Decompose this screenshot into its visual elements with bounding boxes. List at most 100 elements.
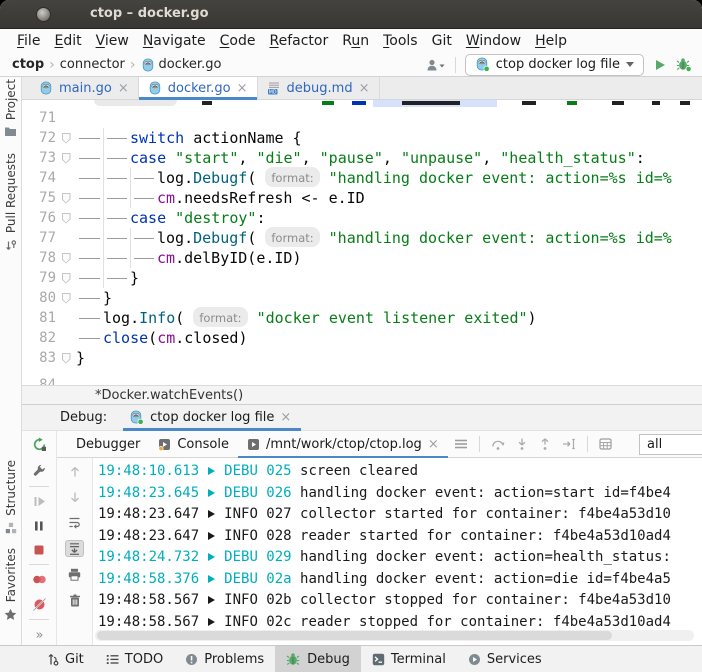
close-icon[interactable]: × [237, 82, 248, 95]
breadcrumb-connector[interactable]: connector [60, 57, 125, 72]
more-actions-button[interactable]: » [36, 628, 43, 643]
stop-button[interactable] [33, 544, 45, 556]
resume-button[interactable] [33, 495, 46, 508]
debug-view-tab-console[interactable]: Console [149, 431, 238, 458]
log-timestamp: 19:48:58.376 [98, 571, 199, 587]
clear-all-button[interactable] [69, 594, 81, 607]
debug-session-tab[interactable]: ctop docker log file × [123, 405, 301, 431]
fold-marker-icon[interactable] [62, 293, 71, 304]
stripe-item-favorites[interactable]: Favorites [4, 548, 18, 621]
tab-label: main.go [59, 81, 112, 96]
run-to-cursor-button[interactable] [562, 438, 576, 450]
debug-tab-list: DebuggerConsole/mnt/work/ctop/ctop.log× [67, 431, 448, 458]
line-number: 83 [22, 348, 56, 368]
menu-code[interactable]: Code [213, 33, 263, 49]
breadcrumb-docker-go[interactable]: docker.go [141, 57, 222, 72]
menu-run[interactable]: Run [335, 33, 376, 49]
close-icon[interactable]: × [118, 82, 129, 95]
close-icon[interactable]: × [359, 82, 370, 95]
stripe-item-project[interactable]: Project [4, 79, 18, 137]
services-icon [468, 653, 481, 666]
menu-window[interactable]: Window [459, 33, 528, 49]
stripe-label: Project [4, 79, 18, 120]
breadcrumb-ctop[interactable]: ctop [12, 57, 44, 72]
console-icon [158, 438, 171, 451]
debug-view-tab-mnt-work-ctop-ctop-log[interactable]: /mnt/work/ctop/ctop.log× [238, 431, 448, 458]
code-line-77: 77log.Debugf( format: "handling docker e… [22, 228, 702, 248]
fold-marker-icon[interactable] [62, 253, 71, 264]
stripe-item-structure[interactable]: Structure [4, 460, 18, 534]
fold-marker-icon[interactable] [62, 133, 71, 144]
pause-button[interactable] [33, 520, 45, 532]
step-over-button[interactable] [491, 438, 505, 450]
log-line: 19:48:58.376DEBU 02a handling docker eve… [98, 569, 702, 591]
debug-run-button[interactable] [676, 57, 692, 72]
statusbar-label: Problems [204, 652, 264, 667]
menu-help[interactable]: Help [528, 33, 574, 49]
window-button[interactable] [36, 7, 51, 22]
menu-view[interactable]: View [89, 33, 136, 49]
rerun-button[interactable] [32, 437, 47, 452]
fold-marker-icon[interactable] [62, 353, 71, 364]
next-occurrence-button[interactable] [69, 491, 81, 503]
statusbar-todo[interactable]: TODO [95, 646, 174, 672]
line-number: 72 [22, 128, 56, 148]
log-filter-select[interactable]: all [639, 434, 702, 455]
menu-navigate[interactable]: Navigate [136, 33, 213, 49]
log-level: DEBU 026 [224, 485, 291, 501]
editor-tab-debug-md[interactable]: MDdebug.md× [258, 77, 380, 99]
statusbar-problems[interactable]: Problems [174, 646, 275, 672]
stripe-item-pull-requests[interactable]: Pull Requests [4, 153, 18, 252]
log-line: 19:48:10.613DEBU 025 screen cleared [98, 461, 702, 483]
code-line-75: 75cm.needsRefresh <- e.ID [22, 188, 702, 208]
line-number: 79 [22, 268, 56, 288]
close-icon[interactable]: × [280, 411, 291, 424]
editor-tab-docker-go[interactable]: docker.go× [139, 77, 258, 99]
run-button[interactable] [653, 58, 667, 72]
code-editor[interactable]: 7172switch actionName {73case "start", "… [22, 100, 702, 385]
fold-gutter [56, 348, 76, 368]
debug-view-tab-debugger[interactable]: Debugger [67, 431, 149, 458]
statusbar-services[interactable]: Services [457, 646, 553, 672]
soft-wrap-button[interactable] [68, 516, 81, 529]
run-config-select[interactable]: ctop docker log file [465, 54, 644, 76]
fold-marker-icon[interactable] [62, 273, 71, 284]
scroll-to-end-button[interactable] [65, 540, 84, 557]
editor-tab-main-go[interactable]: main.go × [30, 77, 139, 99]
menu-edit[interactable]: Edit [47, 33, 88, 49]
settings-wrench-icon[interactable] [32, 464, 46, 478]
parameter-hint: format: [265, 227, 319, 247]
step-out-button[interactable] [539, 438, 551, 450]
prev-occurrence-button[interactable] [69, 466, 81, 478]
close-icon[interactable]: × [428, 438, 439, 451]
statusbar-terminal[interactable]: Terminal [361, 646, 457, 672]
statusbar-git[interactable]: Git [36, 646, 95, 672]
statusbar-debug[interactable]: Debug [275, 646, 361, 672]
log-message: screen cleared [292, 463, 418, 479]
fold-marker-icon[interactable] [62, 193, 71, 204]
star-icon [4, 608, 17, 621]
fold-gutter [56, 375, 76, 385]
print-button[interactable] [68, 568, 81, 581]
log-timestamp: 19:48:10.613 [98, 463, 199, 479]
step-into-button[interactable] [516, 438, 528, 450]
layout-menu-icon[interactable] [454, 438, 468, 450]
log-marker-icon [208, 489, 215, 497]
menu-refactor[interactable]: Refactor [262, 33, 335, 49]
view-breakpoints-button[interactable] [32, 573, 47, 586]
pr-icon [5, 239, 17, 252]
fold-marker-icon[interactable] [62, 213, 71, 224]
log-console[interactable]: 19:48:10.613DEBU 025 screen cleared19:48… [93, 458, 702, 645]
menu-git[interactable]: Git [425, 33, 459, 49]
horizontal-scrollbar[interactable] [95, 630, 694, 641]
menu-tools[interactable]: Tools [376, 33, 425, 49]
toolbar-divider [587, 436, 588, 452]
menu-file[interactable]: File [10, 33, 47, 49]
user-account-icon[interactable] [425, 58, 446, 72]
fold-marker-icon[interactable] [62, 153, 71, 164]
evaluate-expression-button[interactable] [599, 438, 612, 450]
enclosing-function[interactable]: *Docker.watchEvents() [95, 388, 243, 403]
mute-breakpoints-button[interactable] [33, 598, 46, 611]
structure-icon [5, 522, 17, 534]
tab-whitespace [76, 168, 103, 188]
